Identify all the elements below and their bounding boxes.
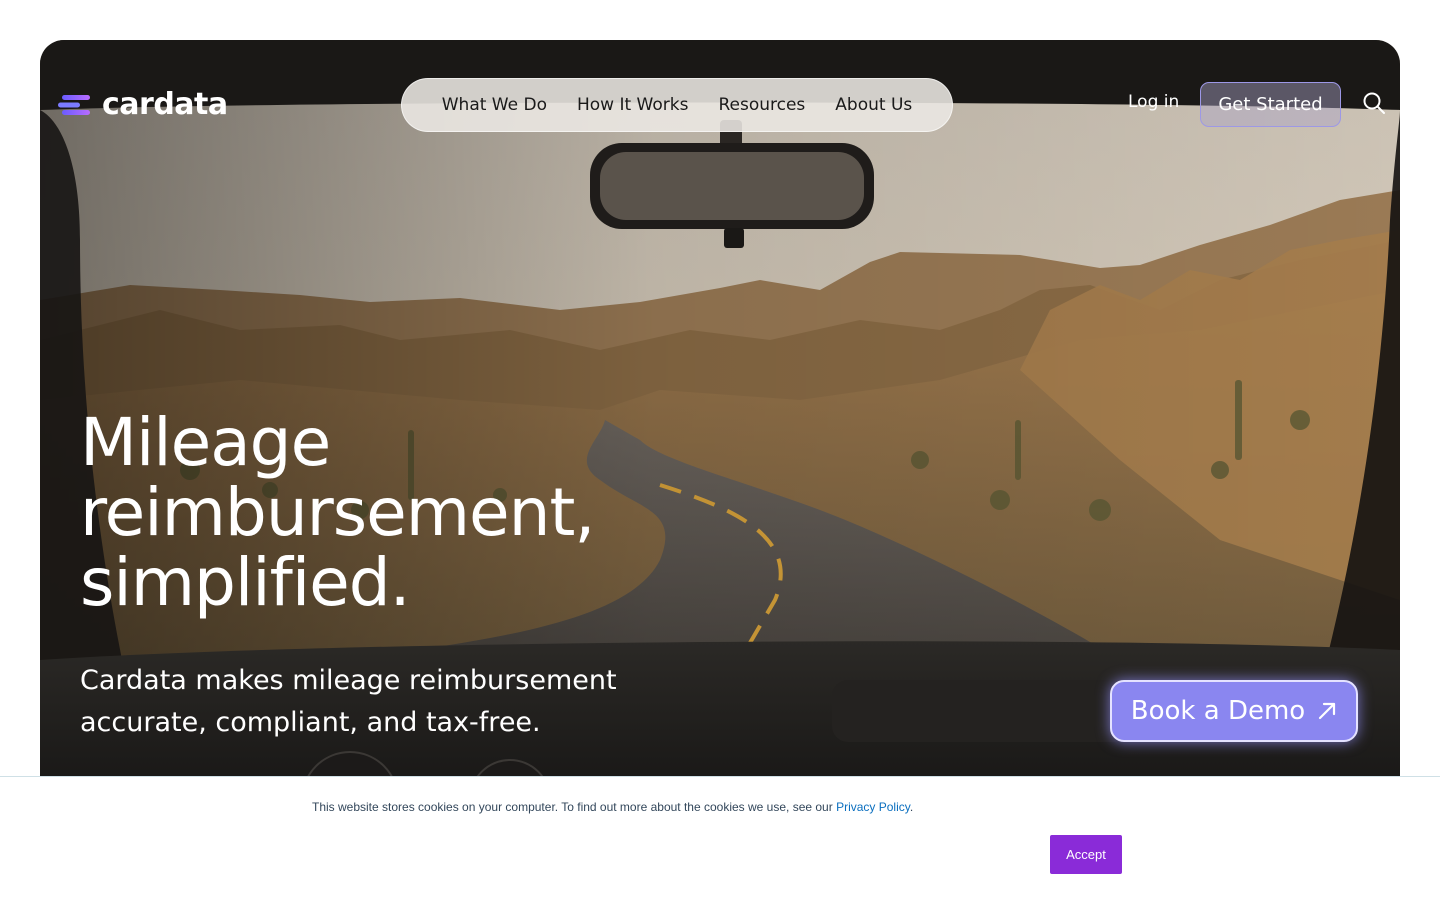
hero-headline: Mileage reimbursement, simplified. — [80, 408, 700, 618]
cookie-message: This website stores cookies on your comp… — [312, 800, 913, 814]
login-link[interactable]: Log in — [1128, 92, 1179, 112]
get-started-button[interactable]: Get Started — [1200, 82, 1341, 127]
cookie-message-text: This website stores cookies on your comp… — [312, 800, 837, 814]
hero-subheading-line: Cardata makes mileage reimbursement — [80, 665, 617, 696]
hero-subheading: Cardata makes mileage reimbursement accu… — [80, 660, 680, 744]
book-demo-label: Book a Demo — [1130, 696, 1306, 726]
nav-item-about-us[interactable]: About Us — [835, 95, 912, 115]
arrow-up-right-icon — [1319, 702, 1336, 720]
brand-name: cardata — [102, 87, 228, 122]
cookie-message-suffix: . — [909, 800, 914, 814]
nav-item-resources[interactable]: Resources — [718, 95, 805, 115]
nav-item-how-it-works[interactable]: How It Works — [577, 95, 688, 115]
search-icon[interactable] — [1362, 91, 1386, 115]
cardata-logo-mark-icon — [58, 95, 90, 115]
brand-logo[interactable]: cardata — [56, 87, 228, 123]
privacy-policy-link[interactable]: Privacy Policy — [836, 800, 910, 814]
hero-headline-line: Mileage — [80, 404, 331, 481]
main-nav: What We Do How It Works Resources About … — [401, 78, 953, 132]
hero-headline-line: simplified. — [80, 544, 411, 621]
accept-cookies-button[interactable]: Accept — [1050, 835, 1122, 874]
cookie-banner: This website stores cookies on your comp… — [0, 776, 1440, 900]
hero-section: cardata What We Do How It Works Resource… — [40, 40, 1400, 820]
book-demo-button[interactable]: Book a Demo — [1110, 680, 1358, 742]
page: cardata What We Do How It Works Resource… — [0, 0, 1440, 900]
hero-headline-line: reimbursement, — [80, 474, 595, 551]
hero-subheading-line: accurate, compliant, and tax-free. — [80, 707, 541, 738]
nav-item-what-we-do[interactable]: What We Do — [442, 95, 547, 115]
